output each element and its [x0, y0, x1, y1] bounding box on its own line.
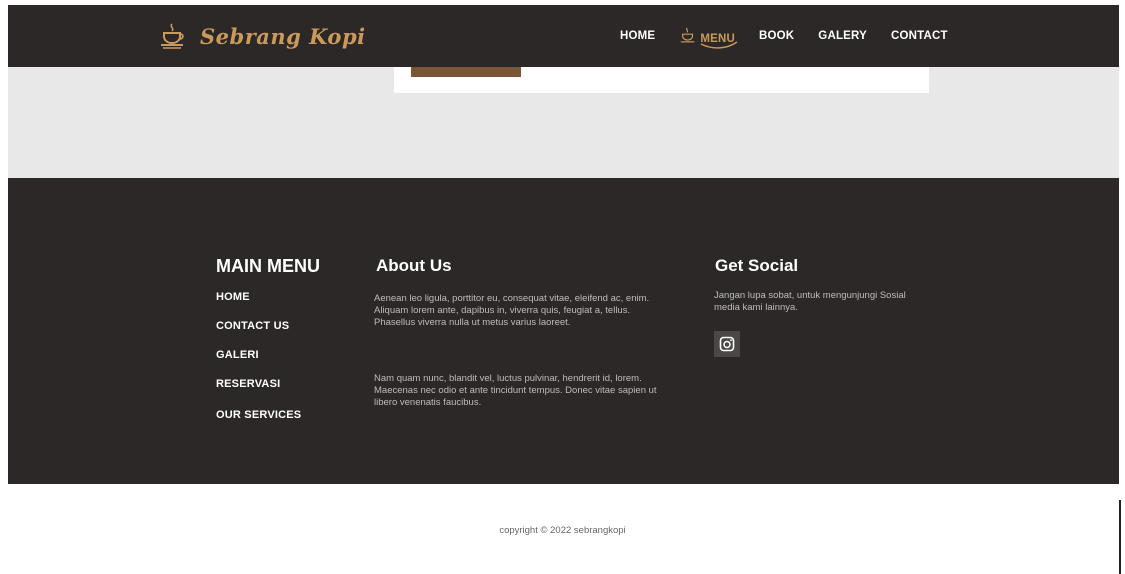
- footer-link-our-services[interactable]: OUR SERVICES: [216, 409, 301, 421]
- footer-link-reservasi[interactable]: RESERVASI: [216, 378, 280, 390]
- coffee-cup-icon: [681, 27, 695, 43]
- nav-book[interactable]: BOOK: [759, 30, 794, 42]
- footer-link-galeri[interactable]: GALERI: [216, 349, 259, 361]
- top-navbar: Sebrang Kopi HOME MENU BOOK GALERY CONTA…: [8, 5, 1119, 67]
- footer-about-title: About Us: [376, 256, 452, 275]
- site-footer: [8, 178, 1119, 484]
- footer-social-title: Get Social: [715, 256, 799, 275]
- instagram-icon: [719, 336, 735, 352]
- underline-swash-icon: [700, 41, 738, 49]
- instagram-button[interactable]: [714, 331, 740, 357]
- footer-link-home[interactable]: HOME: [216, 291, 250, 303]
- coffee-cup-icon: [161, 23, 184, 49]
- page-gutter: [0, 0, 8, 574]
- footer-main-menu-title: MAIN MENU: [216, 256, 320, 276]
- card-image: [411, 67, 521, 77]
- about-paragraph-1: Aenean leo ligula, porttitor eu, consequ…: [374, 293, 650, 328]
- social-text: Jangan lupa sobat, untuk mengunjungi Sos…: [714, 290, 906, 313]
- main-nav: HOME MENU BOOK GALERY CONTACT: [620, 5, 972, 67]
- scrollbar-edge: [1119, 500, 1121, 574]
- brand-logo[interactable]: Sebrang Kopi: [158, 21, 366, 51]
- footer-link-contact-us[interactable]: CONTACT US: [216, 320, 289, 332]
- brand-name: Sebrang Kopi: [200, 23, 366, 49]
- nav-galery[interactable]: GALERY: [818, 30, 867, 42]
- nav-contact[interactable]: CONTACT: [891, 30, 948, 42]
- nav-menu[interactable]: MENU: [679, 27, 738, 49]
- nav-home[interactable]: HOME: [620, 30, 655, 42]
- about-paragraph-2: Nam quam nunc, blandit vel, luctus pulvi…: [374, 373, 657, 408]
- copyright-text: copyright © 2022 sebrangkopi: [499, 525, 626, 536]
